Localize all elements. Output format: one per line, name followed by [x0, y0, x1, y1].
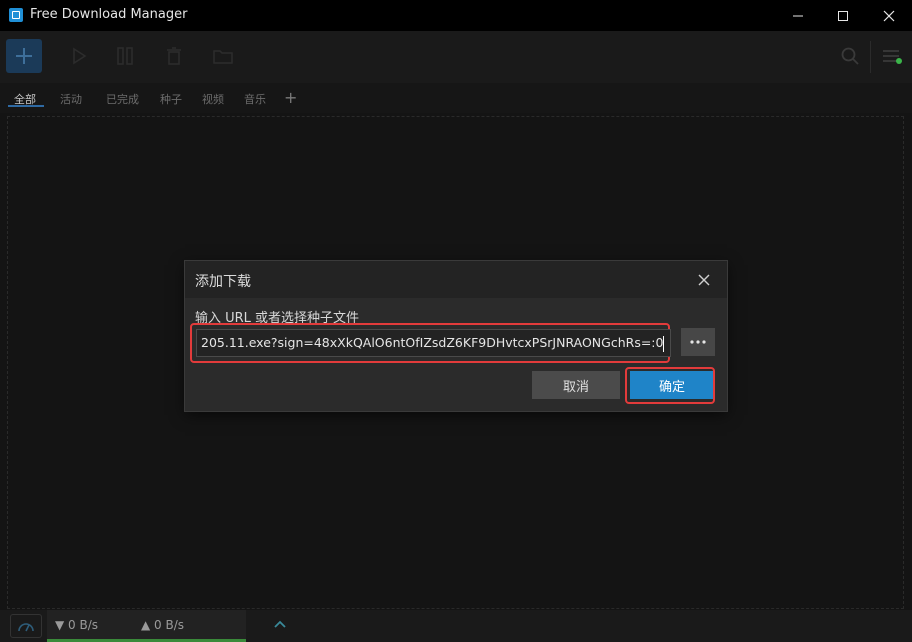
app-logo-icon — [9, 8, 23, 22]
cancel-button[interactable]: 取消 — [532, 371, 620, 399]
open-folder-button[interactable] — [210, 43, 236, 69]
upload-speed: ▲ 0 B/s — [141, 618, 185, 632]
dialog-close-button[interactable] — [694, 270, 714, 290]
status-dot-icon — [896, 58, 902, 64]
chevron-up-icon[interactable] — [273, 618, 287, 632]
url-input[interactable]: 205.11.exe?sign=48xXkQAlO6ntOfIZsdZ6KF9D… — [196, 329, 671, 357]
tab-torrents[interactable]: 种子 — [160, 91, 182, 107]
maximize-button[interactable] — [820, 0, 866, 31]
tab-active[interactable]: 活动 — [60, 91, 82, 107]
window-title: Free Download Manager — [30, 7, 188, 22]
ok-button-highlight — [625, 367, 715, 404]
search-icon — [841, 47, 859, 65]
tab-music[interactable]: 音乐 — [244, 91, 266, 107]
filter-tabs: 全部 活动 已完成 种子 视频 音乐 + — [0, 83, 912, 113]
tab-completed[interactable]: 已完成 — [106, 91, 139, 107]
close-window-button[interactable] — [866, 0, 912, 31]
speed-panel[interactable]: ▼ 0 B/s ▲ 0 B/s — [47, 610, 286, 642]
text-caret — [663, 335, 665, 352]
close-icon — [698, 274, 710, 286]
minimize-button[interactable] — [775, 0, 821, 31]
active-tab-indicator — [8, 105, 44, 107]
plus-icon — [16, 48, 32, 64]
close-icon — [883, 10, 895, 21]
speedometer-icon — [18, 623, 34, 632]
add-tab-icon[interactable]: + — [284, 88, 297, 107]
main-menu-button[interactable] — [878, 43, 904, 69]
url-input-value: 205.11.exe?sign=48xXkQAlO6ntOfIZsdZ6KF9D… — [201, 335, 664, 350]
status-bar: ▼ 0 B/s ▲ 0 B/s — [0, 610, 912, 642]
more-dots-icon — [690, 340, 706, 344]
toolbar — [0, 31, 912, 83]
pause-button[interactable] — [112, 43, 138, 69]
folder-icon — [213, 50, 233, 64]
add-download-dialog: 添加下载 输入 URL 或者选择种子文件 205.11.exe?sign=48x… — [185, 261, 727, 411]
download-speed: ▼ 0 B/s — [55, 618, 99, 632]
dialog-title: 添加下载 — [195, 274, 251, 290]
add-download-button[interactable] — [6, 39, 42, 73]
speed-mode-button[interactable] — [10, 614, 42, 638]
pause-icon — [117, 47, 133, 65]
tab-video[interactable]: 视频 — [202, 91, 224, 107]
trash-icon — [167, 47, 181, 65]
maximize-icon — [838, 10, 848, 21]
upload-speed-value: 0 B/s — [154, 618, 185, 632]
toolbar-separator — [870, 41, 871, 73]
play-icon — [73, 47, 87, 65]
download-speed-value: 0 B/s — [68, 618, 99, 632]
dialog-header: 添加下载 — [185, 261, 727, 298]
browse-torrent-button[interactable] — [681, 328, 715, 356]
search-button[interactable] — [837, 43, 863, 69]
minimize-icon — [793, 15, 803, 16]
start-button[interactable] — [66, 43, 92, 69]
title-bar: Free Download Manager — [0, 0, 912, 31]
delete-button[interactable] — [161, 43, 187, 69]
